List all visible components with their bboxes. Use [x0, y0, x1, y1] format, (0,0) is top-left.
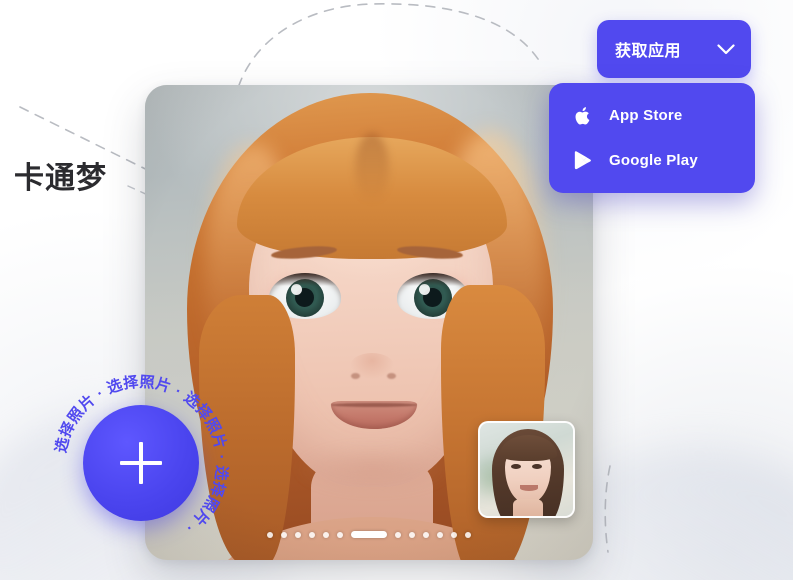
carousel-dot[interactable]	[409, 531, 415, 538]
menu-item-app-store-label: App Store	[609, 107, 683, 125]
select-photo-button[interactable]	[83, 405, 199, 521]
menu-item-google-play[interactable]: Google Play	[549, 142, 755, 178]
carousel-dot[interactable]	[451, 531, 457, 538]
carousel-dot[interactable]	[281, 531, 287, 538]
carousel-dot[interactable]	[323, 531, 329, 538]
carousel-dot[interactable]	[309, 531, 315, 538]
google-play-icon	[571, 148, 595, 172]
menu-item-app-store[interactable]: App Store	[549, 98, 755, 134]
page-title: 卡通梦	[14, 162, 107, 195]
thumbnail-neck	[513, 499, 543, 516]
thumbnail-mouth	[520, 485, 538, 491]
get-app-button[interactable]: 获取应用	[597, 20, 751, 78]
eyelash-right	[397, 273, 469, 286]
eyelash-left	[269, 273, 341, 286]
carousel-dot[interactable]	[437, 531, 443, 538]
carousel-dot[interactable]	[395, 531, 401, 538]
apple-icon	[571, 104, 595, 128]
carousel-dot[interactable]	[465, 531, 471, 538]
thumbnail-eye-left	[511, 464, 521, 469]
get-app-label: 获取应用	[615, 43, 682, 60]
photo-picker[interactable]: 选择照片 · 选择照片 · 选择照片 · 选择照片 ·	[50, 372, 232, 554]
carousel-dot[interactable]	[267, 531, 273, 538]
chevron-down-icon	[717, 43, 735, 54]
carousel-dot[interactable]	[337, 531, 343, 538]
original-photo-thumbnail[interactable]	[478, 421, 575, 518]
carousel-dot[interactable]	[423, 531, 429, 538]
plus-icon	[120, 442, 162, 484]
hair-parting	[355, 133, 389, 203]
nostril-left	[351, 373, 360, 379]
nostril-right	[387, 373, 396, 379]
carousel-dot-active[interactable]	[351, 531, 387, 538]
get-app-dropdown-menu[interactable]: App Store Google Play	[549, 83, 755, 193]
carousel-dot[interactable]	[295, 531, 301, 538]
thumbnail-eye-right	[532, 464, 542, 469]
chin-shadow	[295, 445, 453, 493]
app-screen: 卡通梦 选择照片 · 选择照片 · 选择照片 · 选择照片 · 获取应用 App…	[0, 0, 793, 580]
menu-item-google-play-label: Google Play	[609, 151, 698, 169]
mouth-line	[331, 403, 417, 407]
